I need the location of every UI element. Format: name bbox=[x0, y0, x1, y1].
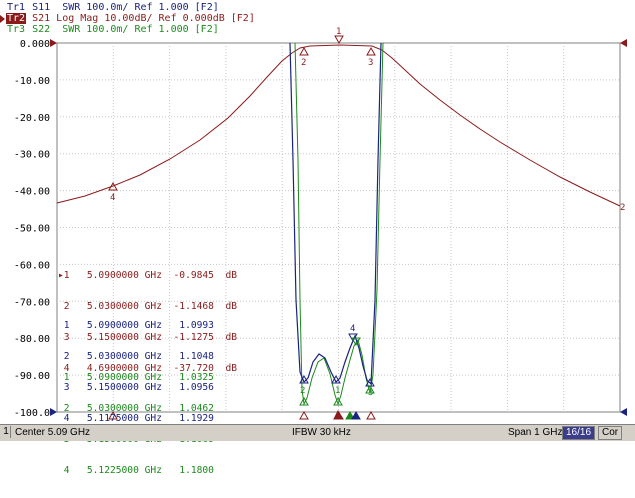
marker-tr2-1[interactable]: 1 bbox=[334, 27, 344, 45]
marker-label: 4 bbox=[110, 193, 115, 203]
y-axis-label: -20.00 bbox=[14, 113, 50, 124]
vna-screen: Tr1 S11 SWR 100.0m/ Ref 1.000 [F2] Tr2 S… bbox=[0, 0, 635, 476]
y-axis-label: -100.0 bbox=[14, 408, 50, 419]
center-frequency[interactable]: Center 5.09 GHz bbox=[15, 427, 90, 438]
right-edge-label: 2 bbox=[620, 203, 625, 213]
marker-row: 2 5.0300000 GHz 1.0462 bbox=[58, 403, 214, 415]
ref-arrow-right-blue-icon bbox=[620, 408, 627, 416]
y-axis-label: -80.00 bbox=[14, 334, 50, 345]
ref-arrow-right-icon bbox=[620, 39, 627, 47]
marker-row: 1 5.0900000 GHz 1.0993 bbox=[58, 319, 214, 331]
svg-text:3: 3 bbox=[368, 388, 373, 398]
marker-label: 2 bbox=[301, 58, 306, 68]
span[interactable]: Span 1 GHz bbox=[508, 427, 562, 438]
svg-text:1: 1 bbox=[335, 386, 340, 396]
ifbw[interactable]: IFBW 30 kHz bbox=[292, 427, 351, 438]
marker-label: 1 bbox=[336, 27, 341, 37]
y-axis-label: -40.00 bbox=[14, 187, 50, 198]
channel-number[interactable]: 1 bbox=[2, 426, 11, 438]
svg-text:4: 4 bbox=[350, 324, 355, 334]
marker-label: 3 bbox=[368, 58, 373, 68]
y-axis-labels: 0.000 -10.00 -20.00 -30.00 -40.00 -50.00 -60.0… bbox=[14, 39, 50, 419]
marker-row: 1 5.0900000 GHz 1.0325 bbox=[58, 371, 214, 383]
ref-arrow-left-icon bbox=[50, 39, 57, 47]
svg-text:2: 2 bbox=[300, 386, 305, 396]
correction-badge[interactable]: Cor bbox=[598, 426, 623, 440]
marker-row: ▸1 5.0900000 GHz -0.9845 dB bbox=[58, 269, 238, 281]
y-axis-label: -90.00 bbox=[14, 371, 50, 382]
y-axis-label: -30.00 bbox=[14, 150, 50, 161]
y-axis-label: -70.00 bbox=[14, 297, 50, 308]
sweep-count-badge: 16/16 bbox=[562, 426, 596, 440]
y-axis-label: 0.000 bbox=[20, 39, 50, 50]
y-axis-label: -10.00 bbox=[14, 76, 50, 87]
y-axis-label: -60.00 bbox=[14, 260, 50, 271]
marker-row: 4 5.1225000 GHz 1.1800 bbox=[58, 465, 214, 477]
ref-arrow-left-blue-icon bbox=[50, 408, 57, 416]
status-bar: 1 Center 5.09 GHz IFBW 30 kHz Span 1 GHz… bbox=[0, 424, 635, 441]
y-axis-label: -50.00 bbox=[14, 224, 50, 235]
